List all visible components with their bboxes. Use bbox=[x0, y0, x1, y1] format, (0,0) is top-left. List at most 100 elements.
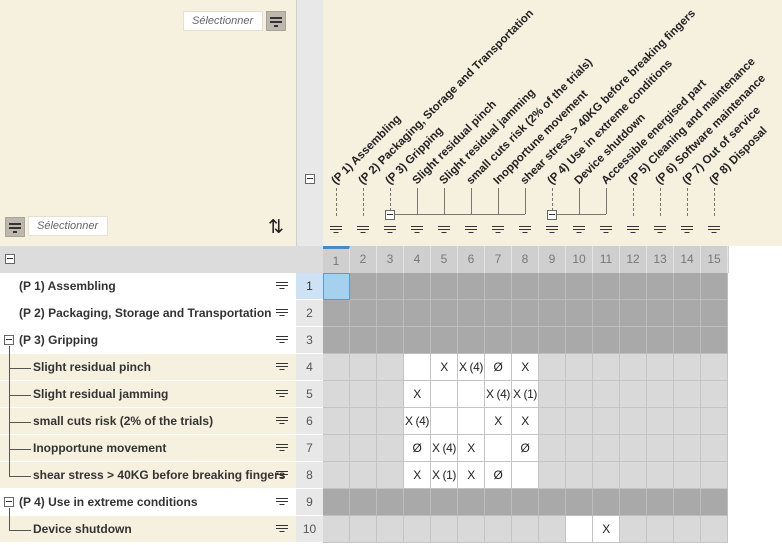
matrix-cell[interactable]: X bbox=[512, 408, 539, 435]
matrix-cell[interactable] bbox=[620, 516, 647, 543]
matrix-cell[interactable] bbox=[350, 381, 377, 408]
matrix-cell[interactable] bbox=[350, 435, 377, 462]
matrix-cell[interactable] bbox=[458, 300, 485, 327]
column-filter-icon[interactable] bbox=[599, 226, 613, 236]
matrix-cell[interactable] bbox=[674, 354, 701, 381]
matrix-cell[interactable]: X bbox=[431, 354, 458, 381]
collapse-row-group-icon[interactable] bbox=[4, 335, 14, 345]
matrix-cell[interactable] bbox=[458, 327, 485, 354]
matrix-cell[interactable] bbox=[566, 354, 593, 381]
matrix-cell[interactable] bbox=[539, 516, 566, 543]
matrix-cell[interactable] bbox=[458, 489, 485, 516]
column-filter-icon[interactable] bbox=[518, 226, 532, 236]
matrix-cell[interactable]: X (1) bbox=[431, 462, 458, 489]
matrix-cell[interactable]: X (4) bbox=[404, 408, 431, 435]
matrix-cell[interactable] bbox=[350, 300, 377, 327]
row-number[interactable]: 10 bbox=[296, 516, 323, 543]
column-number[interactable]: 11 bbox=[593, 246, 620, 273]
matrix-cell[interactable] bbox=[431, 300, 458, 327]
matrix-cell[interactable] bbox=[647, 354, 674, 381]
matrix-cell[interactable] bbox=[539, 435, 566, 462]
matrix-cell[interactable] bbox=[485, 327, 512, 354]
matrix-cell[interactable] bbox=[431, 381, 458, 408]
swap-axes-icon[interactable]: ⇅ bbox=[264, 216, 288, 238]
matrix-cell[interactable] bbox=[647, 327, 674, 354]
row-header[interactable]: (P 2) Packaging, Storage and Transportat… bbox=[0, 300, 296, 327]
matrix-cell[interactable] bbox=[539, 300, 566, 327]
matrix-cell[interactable] bbox=[674, 435, 701, 462]
matrix-cell[interactable] bbox=[566, 327, 593, 354]
matrix-cell[interactable] bbox=[458, 516, 485, 543]
matrix-cell[interactable] bbox=[323, 408, 350, 435]
matrix-cell[interactable] bbox=[404, 516, 431, 543]
matrix-cell[interactable] bbox=[620, 327, 647, 354]
collapse-all-rows-icon[interactable] bbox=[5, 254, 15, 264]
matrix-cell[interactable] bbox=[566, 489, 593, 516]
column-number[interactable]: 3 bbox=[377, 246, 404, 273]
row-filter-icon[interactable] bbox=[272, 492, 292, 512]
matrix-cell[interactable] bbox=[377, 408, 404, 435]
column-number[interactable]: 6 bbox=[458, 246, 485, 273]
row-filter-icon[interactable] bbox=[5, 217, 25, 237]
matrix-cell[interactable] bbox=[674, 462, 701, 489]
matrix-cell[interactable] bbox=[620, 381, 647, 408]
matrix-cell[interactable] bbox=[377, 300, 404, 327]
matrix-cell[interactable] bbox=[485, 489, 512, 516]
row-filter-icon[interactable] bbox=[272, 276, 292, 296]
row-number[interactable]: 3 bbox=[296, 327, 323, 354]
matrix-cell[interactable] bbox=[404, 300, 431, 327]
row-number[interactable]: 8 bbox=[296, 462, 323, 489]
matrix-cell[interactable] bbox=[377, 516, 404, 543]
matrix-cell[interactable] bbox=[593, 354, 620, 381]
column-filter-icon[interactable] bbox=[383, 226, 397, 236]
matrix-cell[interactable] bbox=[620, 408, 647, 435]
column-number[interactable]: 9 bbox=[539, 246, 566, 273]
matrix-cell[interactable] bbox=[701, 354, 728, 381]
matrix-cell[interactable] bbox=[620, 273, 647, 300]
matrix-cell[interactable] bbox=[404, 273, 431, 300]
matrix-cell[interactable] bbox=[512, 462, 539, 489]
matrix-cell[interactable] bbox=[674, 300, 701, 327]
column-number[interactable]: 12 bbox=[620, 246, 647, 273]
column-select-input[interactable]: Sélectionner bbox=[183, 11, 263, 31]
row-select-input[interactable]: Sélectionner bbox=[28, 216, 108, 236]
column-number[interactable]: 4 bbox=[404, 246, 431, 273]
matrix-cell[interactable] bbox=[566, 300, 593, 327]
matrix-cell[interactable] bbox=[593, 273, 620, 300]
column-number[interactable]: 7 bbox=[485, 246, 512, 273]
matrix-cell[interactable] bbox=[350, 489, 377, 516]
column-number[interactable]: 1 bbox=[323, 246, 350, 273]
matrix-cell[interactable] bbox=[323, 435, 350, 462]
matrix-cell[interactable] bbox=[512, 300, 539, 327]
matrix-cell[interactable] bbox=[512, 516, 539, 543]
matrix-cell[interactable] bbox=[377, 273, 404, 300]
matrix-cell[interactable] bbox=[620, 489, 647, 516]
row-header[interactable]: Slight residual jamming bbox=[0, 381, 296, 408]
matrix-cell[interactable] bbox=[701, 435, 728, 462]
matrix-cell[interactable] bbox=[323, 489, 350, 516]
matrix-cell[interactable] bbox=[323, 381, 350, 408]
matrix-cell[interactable] bbox=[566, 462, 593, 489]
column-filter-icon[interactable] bbox=[491, 226, 505, 236]
matrix-cell[interactable] bbox=[539, 327, 566, 354]
matrix-cell[interactable] bbox=[539, 381, 566, 408]
matrix-cell[interactable] bbox=[485, 300, 512, 327]
row-number[interactable]: 6 bbox=[296, 408, 323, 435]
matrix-cell[interactable] bbox=[512, 489, 539, 516]
matrix-cell[interactable] bbox=[647, 462, 674, 489]
collapse-row-group-icon[interactable] bbox=[4, 497, 14, 507]
matrix-cell[interactable] bbox=[539, 462, 566, 489]
row-header[interactable]: Device shutdown bbox=[0, 516, 296, 543]
row-filter-icon[interactable] bbox=[272, 438, 292, 458]
column-filter-icon[interactable] bbox=[410, 226, 424, 236]
matrix-cell[interactable] bbox=[620, 462, 647, 489]
collapse-group-icon[interactable] bbox=[547, 210, 557, 220]
matrix-cell[interactable] bbox=[539, 489, 566, 516]
matrix-cell[interactable] bbox=[647, 408, 674, 435]
column-filter-icon[interactable] bbox=[545, 226, 559, 236]
column-filter-icon[interactable] bbox=[356, 226, 370, 236]
matrix-cell[interactable] bbox=[350, 273, 377, 300]
column-filter-icon[interactable] bbox=[572, 226, 586, 236]
matrix-cell[interactable] bbox=[647, 489, 674, 516]
matrix-cell[interactable] bbox=[539, 354, 566, 381]
